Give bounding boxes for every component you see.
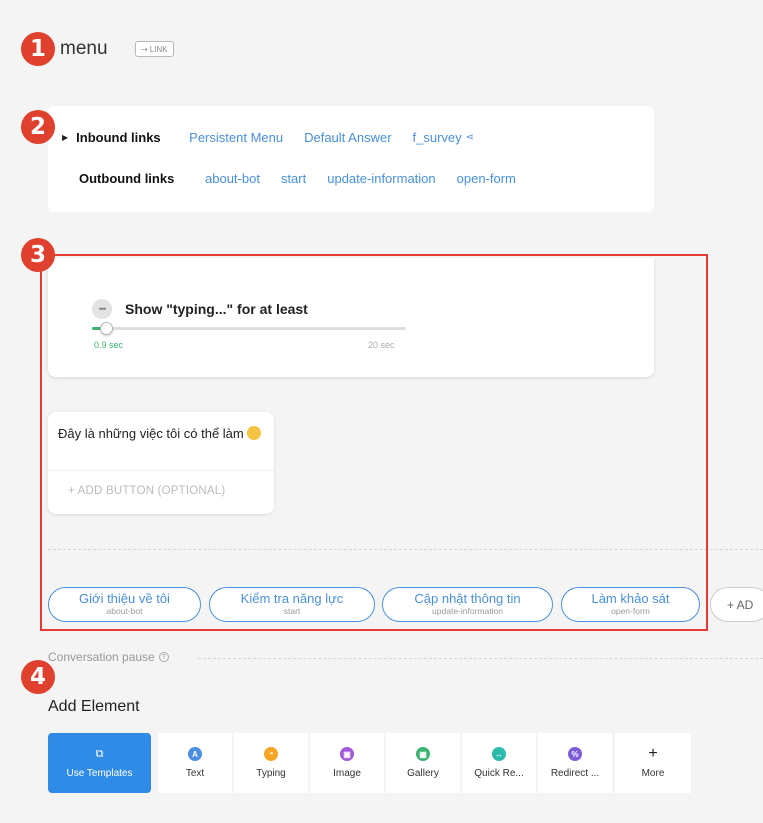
tool-label: Redirect ... xyxy=(550,768,600,779)
outbound-link[interactable]: open-form xyxy=(457,171,516,186)
step-badge-2: 2 xyxy=(21,110,55,144)
block-title[interactable]: menu xyxy=(60,38,108,60)
expand-triangle-icon[interactable]: ▶ xyxy=(62,133,68,142)
links-card: ▶ Inbound links Persistent Menu Default … xyxy=(48,106,654,212)
help-icon[interactable]: ? xyxy=(158,652,169,662)
typing-icon: ••• xyxy=(264,747,278,761)
highlight-frame xyxy=(40,254,708,631)
outbound-link[interactable]: start xyxy=(281,171,306,186)
inbound-links-row: ▶ Inbound links Persistent Menu Default … xyxy=(62,130,495,145)
text-icon: A xyxy=(188,747,202,761)
link-tag-label: LINK xyxy=(149,44,168,54)
add-element-title: Add Element xyxy=(48,698,140,715)
link-tag[interactable]: ⇢ LINK xyxy=(135,41,174,57)
outbound-links-label: Outbound links xyxy=(79,171,175,186)
add-gallery-button[interactable]: ▦ Gallery xyxy=(386,733,460,793)
add-redirect-button[interactable]: % Redirect ... xyxy=(538,733,612,793)
tool-label: Use Templates xyxy=(66,767,133,779)
inbound-link[interactable]: Persistent Menu xyxy=(189,130,283,145)
tool-label: More xyxy=(641,768,665,779)
inbound-link[interactable]: Default Answer xyxy=(304,130,391,145)
tool-label: Text xyxy=(185,768,205,779)
share-icon: ⋖ xyxy=(465,132,475,143)
step-badge-4: 4 xyxy=(21,660,55,694)
step-badge-1: 1 xyxy=(21,32,55,66)
add-quick-reply-button[interactable]: + AD xyxy=(710,587,763,622)
inbound-links-label: Inbound links xyxy=(76,130,161,145)
outbound-link[interactable]: about-bot xyxy=(205,171,260,186)
quick-reply-icon: ↔ xyxy=(492,747,506,761)
inbound-link-label: f_survey xyxy=(412,130,462,145)
step-badge-3: 3 xyxy=(21,238,55,272)
link-arrow-icon: ⇢ xyxy=(141,44,148,54)
more-elements-button[interactable]: + More xyxy=(615,733,691,793)
tool-label: Gallery xyxy=(407,768,439,779)
add-quick-reply-element-button[interactable]: ↔ Quick Re... xyxy=(462,733,536,793)
plus-icon: + xyxy=(648,745,658,762)
tool-label: Quick Re... xyxy=(474,768,524,779)
outbound-link[interactable]: update-information xyxy=(327,171,435,186)
pause-divider xyxy=(198,658,763,659)
redirect-icon: % xyxy=(568,747,582,761)
use-templates-button[interactable]: ⧉ Use Templates xyxy=(48,733,151,793)
inbound-link-survey[interactable]: f_survey ⋖ xyxy=(413,130,475,145)
tool-label: Typing xyxy=(256,768,286,779)
add-image-button[interactable]: ▣ Image xyxy=(310,733,384,793)
template-icon: ⧉ xyxy=(95,747,104,760)
gallery-icon: ▦ xyxy=(416,747,430,761)
add-text-button[interactable]: A Text xyxy=(158,733,232,793)
tool-label: Image xyxy=(333,768,361,779)
conversation-pause[interactable]: Conversation pause ? xyxy=(48,650,169,664)
conversation-pause-label: Conversation pause xyxy=(48,650,155,664)
add-typing-button[interactable]: ••• Typing xyxy=(234,733,308,793)
outbound-links-row: Outbound links about-bot start update-in… xyxy=(79,171,537,186)
image-icon: ▣ xyxy=(340,747,354,761)
